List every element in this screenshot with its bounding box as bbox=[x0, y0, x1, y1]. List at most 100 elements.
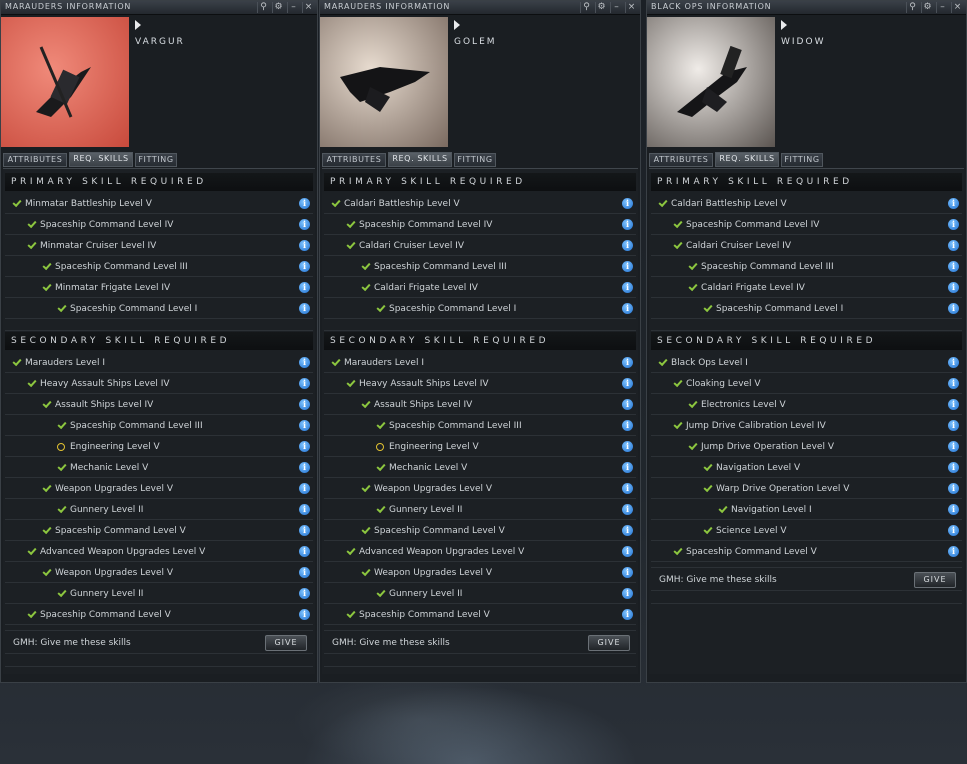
skill-row[interactable]: Assault Ships Level IV i bbox=[324, 395, 636, 415]
skill-row[interactable]: Heavy Assault Ships Level IV i bbox=[324, 374, 636, 394]
tab-req-skills[interactable]: REQ. SKILLS bbox=[69, 152, 133, 167]
minimize-icon[interactable]: – bbox=[287, 2, 299, 13]
skill-row[interactable]: Cloaking Level V i bbox=[651, 374, 962, 394]
info-icon[interactable]: i bbox=[622, 240, 633, 251]
skill-row[interactable]: Spaceship Command Level III i bbox=[324, 257, 636, 277]
close-icon[interactable]: × bbox=[951, 2, 963, 13]
info-icon[interactable]: i bbox=[948, 282, 959, 293]
info-icon[interactable]: i bbox=[622, 525, 633, 536]
skill-row[interactable]: Marauders Level I i bbox=[5, 353, 313, 373]
skill-row[interactable]: Spaceship Command Level V i bbox=[5, 521, 313, 541]
skill-row[interactable]: Jump Drive Calibration Level IV i bbox=[651, 416, 962, 436]
skill-row[interactable]: Navigation Level I i bbox=[651, 500, 962, 520]
skill-row[interactable]: Advanced Weapon Upgrades Level V i bbox=[5, 542, 313, 562]
info-icon[interactable]: i bbox=[299, 378, 310, 389]
skill-row[interactable]: Spaceship Command Level IV i bbox=[651, 215, 962, 235]
skill-row[interactable]: Science Level V i bbox=[651, 521, 962, 541]
skill-row[interactable]: Weapon Upgrades Level V i bbox=[324, 479, 636, 499]
info-icon[interactable]: i bbox=[299, 399, 310, 410]
info-icon[interactable]: i bbox=[948, 462, 959, 473]
skill-row[interactable]: Gunnery Level II i bbox=[5, 584, 313, 604]
info-icon[interactable]: i bbox=[948, 240, 959, 251]
info-icon[interactable]: i bbox=[622, 609, 633, 620]
skill-row[interactable]: Advanced Weapon Upgrades Level V i bbox=[324, 542, 636, 562]
skill-row[interactable]: Caldari Frigate Level IV i bbox=[651, 278, 962, 298]
info-icon[interactable]: i bbox=[622, 219, 633, 230]
tab-fitting[interactable]: FITTING bbox=[781, 153, 823, 167]
window-titlebar[interactable]: BLACK OPS INFORMATION ⚲ ⚙ – × bbox=[647, 1, 966, 15]
skill-row[interactable]: Caldari Battleship Level V i bbox=[651, 194, 962, 214]
info-icon[interactable]: i bbox=[622, 567, 633, 578]
expand-arrow-icon[interactable] bbox=[454, 20, 460, 30]
info-icon[interactable]: i bbox=[948, 261, 959, 272]
give-button[interactable]: GIVE bbox=[588, 635, 630, 651]
skill-row[interactable]: Minmatar Cruiser Level IV i bbox=[5, 236, 313, 256]
info-icon[interactable]: i bbox=[299, 504, 310, 515]
skill-row[interactable]: Mechanic Level V i bbox=[324, 458, 636, 478]
info-icon[interactable]: i bbox=[948, 357, 959, 368]
skill-row[interactable]: Spaceship Command Level III i bbox=[324, 416, 636, 436]
tab-req-skills[interactable]: REQ. SKILLS bbox=[715, 152, 779, 167]
info-icon[interactable]: i bbox=[948, 198, 959, 209]
window-titlebar[interactable]: MARAUDERS INFORMATION ⚲ ⚙ – × bbox=[1, 1, 317, 15]
skill-row[interactable]: Weapon Upgrades Level V i bbox=[324, 563, 636, 583]
tab-attributes[interactable]: ATTRIBUTES bbox=[649, 153, 713, 167]
skill-row[interactable]: Weapon Upgrades Level V i bbox=[5, 479, 313, 499]
info-icon[interactable]: i bbox=[299, 219, 310, 230]
info-icon[interactable]: i bbox=[622, 378, 633, 389]
info-icon[interactable]: i bbox=[299, 303, 310, 314]
info-icon[interactable]: i bbox=[622, 261, 633, 272]
info-icon[interactable]: i bbox=[948, 525, 959, 536]
info-icon[interactable]: i bbox=[622, 303, 633, 314]
info-icon[interactable]: i bbox=[299, 420, 310, 431]
skill-row[interactable]: Gunnery Level II i bbox=[324, 500, 636, 520]
skill-row[interactable]: Spaceship Command Level III i bbox=[5, 416, 313, 436]
info-icon[interactable]: i bbox=[948, 399, 959, 410]
info-icon[interactable]: i bbox=[622, 420, 633, 431]
info-icon[interactable]: i bbox=[299, 567, 310, 578]
skill-row[interactable]: Spaceship Command Level I i bbox=[5, 299, 313, 319]
skill-row[interactable]: Assault Ships Level IV i bbox=[5, 395, 313, 415]
expand-arrow-icon[interactable] bbox=[781, 20, 787, 30]
info-icon[interactable]: i bbox=[622, 483, 633, 494]
info-icon[interactable]: i bbox=[299, 357, 310, 368]
skill-row[interactable]: Spaceship Command Level IV i bbox=[324, 215, 636, 235]
info-icon[interactable]: i bbox=[948, 483, 959, 494]
skill-row[interactable]: Jump Drive Operation Level V i bbox=[651, 437, 962, 457]
skill-row[interactable]: Spaceship Command Level IV i bbox=[5, 215, 313, 235]
skill-row[interactable]: Engineering Level V i bbox=[324, 437, 636, 457]
info-icon[interactable]: i bbox=[948, 303, 959, 314]
info-icon[interactable]: i bbox=[299, 198, 310, 209]
info-icon[interactable]: i bbox=[299, 261, 310, 272]
gear-icon[interactable]: ⚙ bbox=[921, 2, 933, 13]
skill-row[interactable]: Spaceship Command Level V i bbox=[324, 605, 636, 625]
info-icon[interactable]: i bbox=[299, 462, 310, 473]
tab-attributes[interactable]: ATTRIBUTES bbox=[322, 153, 386, 167]
expand-arrow-icon[interactable] bbox=[135, 20, 141, 30]
skill-row[interactable]: Spaceship Command Level I i bbox=[324, 299, 636, 319]
give-button[interactable]: GIVE bbox=[914, 572, 956, 588]
skill-row[interactable]: Black Ops Level I i bbox=[651, 353, 962, 373]
minimize-icon[interactable]: – bbox=[610, 2, 622, 13]
give-button[interactable]: GIVE bbox=[265, 635, 307, 651]
skill-row[interactable]: Spaceship Command Level III i bbox=[5, 257, 313, 277]
info-icon[interactable]: i bbox=[299, 588, 310, 599]
info-icon[interactable]: i bbox=[299, 240, 310, 251]
info-icon[interactable]: i bbox=[299, 282, 310, 293]
info-icon[interactable]: i bbox=[622, 282, 633, 293]
gear-icon[interactable]: ⚙ bbox=[595, 2, 607, 13]
skill-row[interactable]: Spaceship Command Level V i bbox=[324, 521, 636, 541]
info-icon[interactable]: i bbox=[299, 609, 310, 620]
skill-row[interactable]: Engineering Level V i bbox=[5, 437, 313, 457]
info-icon[interactable]: i bbox=[299, 483, 310, 494]
info-icon[interactable]: i bbox=[948, 219, 959, 230]
window-titlebar[interactable]: MARAUDERS INFORMATION ⚲ ⚙ – × bbox=[320, 1, 640, 15]
skill-row[interactable]: Minmatar Frigate Level IV i bbox=[5, 278, 313, 298]
skill-row[interactable]: Electronics Level V i bbox=[651, 395, 962, 415]
skill-row[interactable]: Caldari Frigate Level IV i bbox=[324, 278, 636, 298]
skill-row[interactable]: Caldari Cruiser Level IV i bbox=[651, 236, 962, 256]
skill-row[interactable]: Gunnery Level II i bbox=[324, 584, 636, 604]
tab-req-skills[interactable]: REQ. SKILLS bbox=[388, 152, 452, 167]
info-icon[interactable]: i bbox=[299, 441, 310, 452]
skill-row[interactable]: Spaceship Command Level III i bbox=[651, 257, 962, 277]
